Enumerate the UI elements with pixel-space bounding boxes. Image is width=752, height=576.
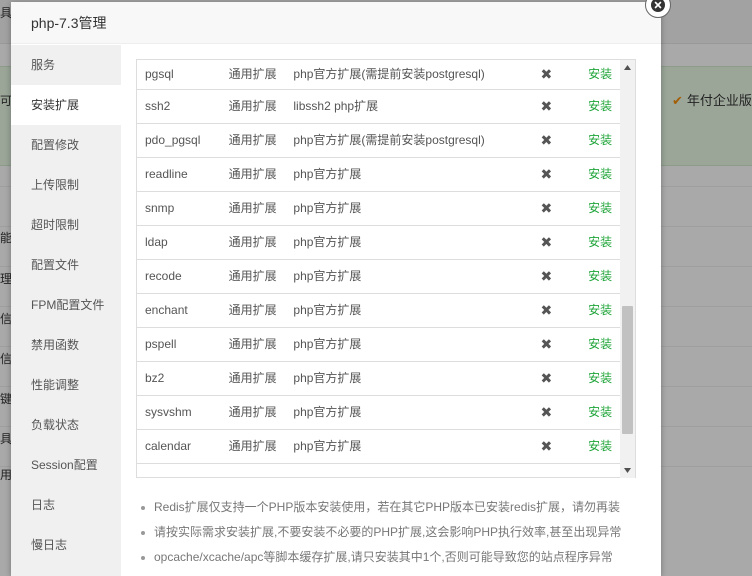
php-manage-dialog: php-7.3管理 服务 安装扩展 配置修改 上传限制 超时限制 配置文件 FP…	[11, 0, 671, 576]
scroll-down-arrow-icon[interactable]	[620, 463, 635, 478]
dialog-header: php-7.3管理	[11, 2, 661, 44]
scrollbar-thumb[interactable]	[622, 306, 633, 434]
dialog-title: php-7.3管理	[31, 15, 107, 31]
extension-type: 通用扩展	[228, 337, 277, 351]
table-row: readline 通用扩展 php官方扩展 ✖ 安装	[137, 158, 635, 192]
sidebar-item-timeout-limit[interactable]: 超时限制	[11, 205, 121, 245]
cross-icon: ✖	[540, 370, 553, 386]
table-row: bz2 通用扩展 php官方扩展 ✖ 安装	[137, 362, 635, 396]
extension-name: ssh2	[145, 99, 171, 113]
cross-icon: ✖	[540, 268, 553, 284]
sidebar-item-service[interactable]: 服务	[11, 45, 121, 85]
extension-name: sysvshm	[145, 405, 192, 419]
extension-description: php官方扩展	[293, 167, 362, 181]
note-item: opcache/xcache/apc等脚本缓存扩展,请只安装其中1个,否则可能导…	[136, 545, 646, 570]
content-panel: pgsql 通用扩展 php官方扩展(需提前安装postgresql) ✖ 安装…	[121, 45, 661, 576]
sidebar-item-config-edit[interactable]: 配置修改	[11, 125, 121, 165]
extensions-table[interactable]: pgsql 通用扩展 php官方扩展(需提前安装postgresql) ✖ 安装…	[136, 59, 636, 478]
sidebar-item-config-file[interactable]: 配置文件	[11, 245, 121, 285]
cross-icon: ✖	[540, 234, 553, 250]
table-row: snmp 通用扩展 php官方扩展 ✖ 安装	[137, 192, 635, 226]
cross-icon: ✖	[540, 302, 553, 318]
note-item: 请按实际需求安装扩展,不要安装不必要的PHP扩展,这会影响PHP执行效率,甚至出…	[136, 520, 646, 545]
extension-name: ldap	[145, 235, 168, 249]
sidebar: 服务 安装扩展 配置修改 上传限制 超时限制 配置文件 FPM配置文件 禁用函数…	[11, 45, 121, 576]
extension-description: php官方扩展	[293, 201, 362, 215]
extension-description: php官方扩展	[293, 235, 362, 249]
extension-name: pgsql	[145, 67, 174, 81]
table-scrollbar[interactable]	[620, 60, 635, 478]
extension-name: bz2	[145, 371, 165, 385]
extension-description: php官方扩展(需提前安装postgresql)	[293, 133, 485, 147]
extension-type: 通用扩展	[228, 269, 277, 283]
sidebar-item-fpm-config[interactable]: FPM配置文件	[11, 285, 121, 325]
scroll-up-arrow-icon[interactable]	[620, 60, 635, 75]
sidebar-item-session-config[interactable]: Session配置	[11, 445, 121, 485]
close-icon	[651, 0, 665, 12]
extension-description: php官方扩展(需提前安装postgresql)	[293, 67, 485, 81]
extension-description: php官方扩展	[293, 405, 362, 419]
extension-type: 通用扩展	[228, 235, 277, 249]
extension-type: 通用扩展	[228, 133, 277, 147]
sidebar-item-disabled-functions[interactable]: 禁用函数	[11, 325, 121, 365]
cross-icon: ✖	[540, 336, 553, 352]
cross-icon: ✖	[540, 66, 553, 82]
table-row: enchant 通用扩展 php官方扩展 ✖ 安装	[137, 294, 635, 328]
extension-description: libssh2 php扩展	[293, 99, 379, 113]
table-row: pspell 通用扩展 php官方扩展 ✖ 安装	[137, 328, 635, 362]
extension-type: 通用扩展	[228, 99, 277, 113]
notes-list: Redis扩展仅支持一个PHP版本安装使用，若在其它PHP版本已安装redis扩…	[136, 495, 646, 570]
extension-type: 通用扩展	[228, 371, 277, 385]
table-row: pdo_pgsql 通用扩展 php官方扩展(需提前安装postgresql) …	[137, 124, 635, 158]
note-item: Redis扩展仅支持一个PHP版本安装使用，若在其它PHP版本已安装redis扩…	[136, 495, 646, 520]
extension-name: recode	[145, 269, 182, 283]
table-row: recode 通用扩展 php官方扩展 ✖ 安装	[137, 260, 635, 294]
cross-icon: ✖	[540, 166, 553, 182]
table-row: sysvshm 通用扩展 php官方扩展 ✖ 安装	[137, 396, 635, 430]
sidebar-item-log[interactable]: 日志	[11, 485, 121, 525]
sidebar-item-upload-limit[interactable]: 上传限制	[11, 165, 121, 205]
sidebar-item-load-status[interactable]: 负载状态	[11, 405, 121, 445]
cross-icon: ✖	[540, 404, 553, 420]
table-row: ssh2 通用扩展 libssh2 php扩展 ✖ 安装	[137, 90, 635, 124]
extension-description: php官方扩展	[293, 269, 362, 283]
table-row: pgsql 通用扩展 php官方扩展(需提前安装postgresql) ✖ 安装	[137, 60, 635, 90]
extension-name: enchant	[145, 303, 188, 317]
extension-description: php官方扩展	[293, 337, 362, 351]
cross-icon: ✖	[540, 98, 553, 114]
cross-icon: ✖	[540, 132, 553, 148]
extension-type: 通用扩展	[228, 303, 277, 317]
extension-type: 通用扩展	[228, 201, 277, 215]
table-row: calendar 通用扩展 php官方扩展 ✖ 安装	[137, 430, 635, 464]
extension-type: 通用扩展	[228, 405, 277, 419]
table-row: ldap 通用扩展 php官方扩展 ✖ 安装	[137, 226, 635, 260]
extension-name: snmp	[145, 201, 175, 215]
extension-type: 通用扩展	[228, 167, 277, 181]
extension-type: 通用扩展	[228, 67, 277, 81]
extension-description: php官方扩展	[293, 439, 362, 453]
cross-icon: ✖	[540, 200, 553, 216]
extension-name: pdo_pgsql	[145, 133, 201, 147]
extension-description: php官方扩展	[293, 303, 362, 317]
extension-type: 通用扩展	[228, 439, 277, 453]
extension-name: calendar	[145, 439, 192, 453]
extension-description: php官方扩展	[293, 371, 362, 385]
cross-icon: ✖	[540, 438, 553, 454]
extension-name: readline	[145, 167, 188, 181]
extension-name: pspell	[145, 337, 177, 351]
sidebar-item-slow-log[interactable]: 慢日志	[11, 525, 121, 565]
sidebar-item-install-extensions[interactable]: 安装扩展	[11, 85, 121, 125]
sidebar-item-performance[interactable]: 性能调整	[11, 365, 121, 405]
